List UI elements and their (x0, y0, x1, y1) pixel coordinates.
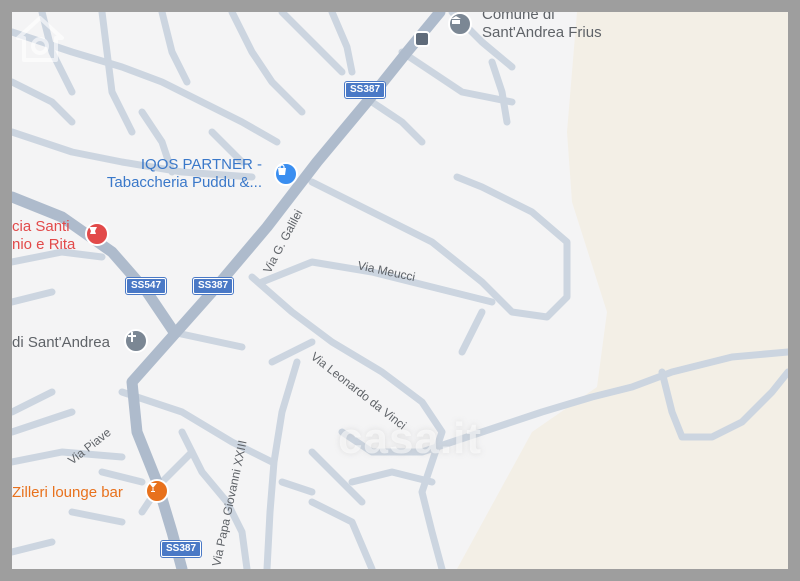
route-shield-ss547: SS547 (124, 277, 168, 295)
route-shield-ss387-top: SS387 (343, 81, 387, 99)
shopping-bag-icon[interactable] (274, 162, 298, 186)
route-shield-ss387-mid: SS387 (191, 277, 235, 295)
cocktail-glass-icon[interactable] (145, 479, 169, 503)
poi-chiesa[interactable]: di Sant'Andrea (12, 334, 110, 352)
road-label-via-meucci: Via Meucci (356, 258, 416, 284)
town-hall-icon[interactable] (448, 12, 472, 36)
road-label-via-piave: Via Piave (65, 425, 114, 467)
map-frame: Via G. Galilei Via Meucci Via Leonardo d… (0, 0, 800, 581)
poi-comune-line1: Comune di (482, 12, 555, 23)
watermark-logo-icon (16, 16, 64, 62)
route-shield-ss387-bottom: SS387 (159, 540, 203, 558)
poi-iqos-line2: Tabaccheria Puddu &... (106, 174, 262, 191)
poi-iqos-line1: IQOS PARTNER - (140, 156, 262, 173)
poi-farmacia-line2: nio e Rita (12, 236, 76, 253)
land-area (457, 12, 788, 569)
poi-farmacia[interactable]: cia Santi nio e Rita (12, 218, 75, 254)
poi-farmacia-line1: cia Santi (12, 218, 70, 235)
poi-iqos[interactable]: IQOS PARTNER - Tabaccheria Puddu &... (107, 156, 262, 192)
watermark: casa.it (338, 414, 482, 463)
church-cross-icon[interactable] (124, 329, 148, 353)
poi-comune[interactable]: Comune di Sant'Andrea Frius (482, 12, 602, 42)
bus-stop-icon[interactable] (414, 31, 430, 47)
map-viewport[interactable]: Via G. Galilei Via Meucci Via Leonardo d… (12, 12, 788, 569)
pharmacy-icon[interactable] (85, 222, 109, 246)
poi-bar[interactable]: Zilleri lounge bar (12, 484, 123, 502)
poi-comune-line2: Sant'Andrea Frius (482, 24, 602, 41)
